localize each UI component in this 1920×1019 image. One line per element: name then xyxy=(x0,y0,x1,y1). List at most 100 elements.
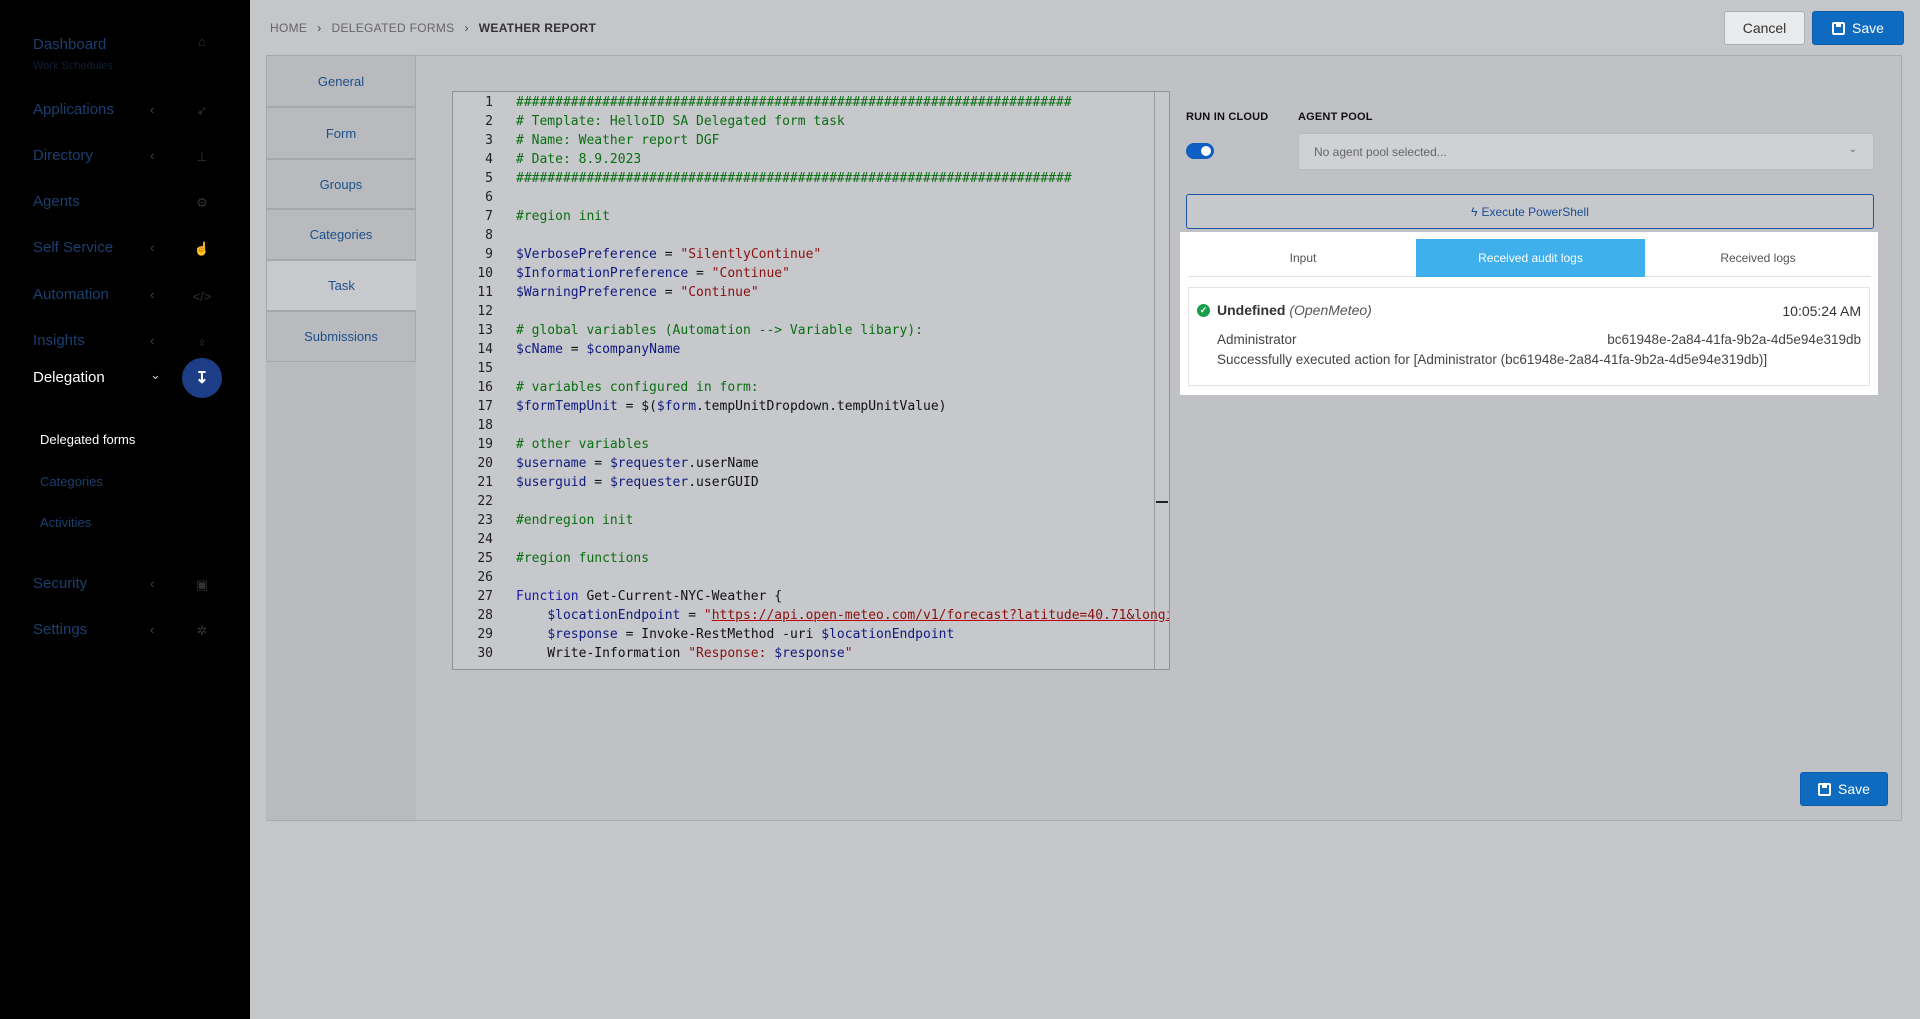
line-number: 9 xyxy=(485,247,493,262)
sidebar-item-label: Settings xyxy=(33,621,88,638)
sidebar-item-self-service[interactable]: Self Service ‹ ☝ xyxy=(0,229,250,269)
run-in-cloud-toggle[interactable] xyxy=(1186,143,1214,159)
code-text: # Name: Weather report DGF xyxy=(516,133,720,148)
code-line: 22 xyxy=(453,492,1169,511)
tab-categories[interactable]: Categories xyxy=(266,209,416,260)
line-number: 25 xyxy=(477,551,493,566)
code-line: 5 #######################################… xyxy=(453,169,1169,188)
code-line: 21 $userguid = $requester.userGUID xyxy=(453,473,1169,492)
code-line: 19 # other variables xyxy=(453,435,1169,454)
tab-received-logs[interactable]: Received logs xyxy=(1645,239,1871,277)
sidebar-item-label: Security xyxy=(33,575,88,592)
breadcrumb-current: WEATHER REPORT xyxy=(478,21,597,35)
code-text: # global variables (Automation --> Varia… xyxy=(516,323,923,338)
code-line: 30 Write-Information "Response: $respons… xyxy=(453,644,1169,663)
code-line: 24 xyxy=(453,530,1169,549)
code-text: $locationEndpoint = "https://api.open-me… xyxy=(547,608,1170,623)
code-line: 8 xyxy=(453,226,1169,245)
code-text: $VerbosePreference = "SilentlyContinue" xyxy=(516,247,822,262)
sidebar-item-label: Directory xyxy=(33,147,94,164)
line-number: 23 xyxy=(477,513,493,528)
line-number: 2 xyxy=(485,114,493,129)
line-number: 10 xyxy=(477,266,493,281)
agent-pool-select[interactable]: No agent pool selected... ⌄ xyxy=(1298,133,1874,170)
sidebar-item-label: Automation xyxy=(33,286,109,303)
sidebar: Dashboard ⌂ Work Schedules Applications … xyxy=(0,0,250,1019)
sidebar-item-label: Insights xyxy=(33,332,85,349)
line-number: 5 xyxy=(485,171,493,186)
line-number: 26 xyxy=(477,570,493,585)
audit-log-entry: ✓ Undefined (OpenMeteo) 10:05:24 AM Admi… xyxy=(1188,287,1870,386)
sidebar-item-delegation[interactable]: Delegation ⌄ ↧ xyxy=(0,358,250,398)
tab-submissions[interactable]: Submissions xyxy=(266,311,416,362)
line-number: 3 xyxy=(485,133,493,148)
lock-icon: ▣ xyxy=(195,577,209,592)
save-icon xyxy=(1832,21,1846,35)
dashboard-subtitle: Work Schedules xyxy=(33,60,113,72)
code-line: 26 xyxy=(453,568,1169,587)
line-number: 1 xyxy=(485,95,493,110)
save-button-label: Save xyxy=(1838,781,1870,797)
code-text: #region init xyxy=(516,209,610,224)
chevron-left-icon: ‹ xyxy=(150,576,155,591)
chevron-right-icon: › xyxy=(317,21,322,35)
code-line: 3 # Name: Weather report DGF xyxy=(453,131,1169,150)
code-text: $cName = $companyName xyxy=(516,342,681,357)
code-line: 15 xyxy=(453,359,1169,378)
line-number: 18 xyxy=(477,418,493,433)
line-number: 17 xyxy=(477,399,493,414)
code-editor[interactable]: 1 #######################################… xyxy=(452,91,1170,670)
line-number: 7 xyxy=(485,209,493,224)
code-text: $WarningPreference = "Continue" xyxy=(516,285,759,300)
code-text: # Template: HelloID SA Delegated form ta… xyxy=(516,114,845,129)
sidebar-item-settings[interactable]: Settings ‹ ✲ xyxy=(0,611,250,651)
cancel-button[interactable]: Cancel xyxy=(1724,11,1805,45)
line-number: 21 xyxy=(477,475,493,490)
save-button[interactable]: Save xyxy=(1812,11,1904,45)
line-number: 12 xyxy=(477,304,493,319)
gear-icon: ✲ xyxy=(196,623,208,638)
sidebar-subitem-delegated-forms[interactable]: Delegated forms xyxy=(40,432,135,447)
execute-powershell-button[interactable]: ϟ Execute PowerShell xyxy=(1186,194,1874,229)
tab-input[interactable]: Input xyxy=(1188,239,1418,277)
code-icon: </> xyxy=(192,288,212,304)
tab-groups[interactable]: Groups xyxy=(266,159,416,209)
code-line: 23 #endregion init xyxy=(453,511,1169,530)
line-number: 22 xyxy=(477,494,493,509)
chevron-right-icon: › xyxy=(464,21,469,35)
save-button-bottom[interactable]: Save xyxy=(1800,772,1888,806)
code-text: Write-Information "Response: $response" xyxy=(516,646,853,661)
code-text: $formTempUnit = $($form.tempUnitDropdown… xyxy=(516,399,947,414)
sidebar-subitem-activities[interactable]: Activities xyxy=(40,515,91,530)
line-number: 4 xyxy=(485,152,493,167)
tab-general[interactable]: General xyxy=(266,55,416,107)
line-number: 11 xyxy=(477,285,493,300)
sidebar-item-directory[interactable]: Directory ‹ ⊥ xyxy=(0,137,250,177)
line-number: 6 xyxy=(485,190,493,205)
save-icon xyxy=(1818,782,1832,796)
breadcrumb-delegated-forms[interactable]: DELEGATED FORMS xyxy=(332,21,455,35)
tab-form[interactable]: Form xyxy=(266,107,416,159)
code-line: 27 Function Get-Current-NYC-Weather { xyxy=(453,587,1169,606)
sidebar-item-insights[interactable]: Insights ‹ ♀ xyxy=(0,322,250,362)
bolt-icon: ϟ xyxy=(1471,204,1478,219)
code-line: 7 #region init xyxy=(453,207,1169,226)
sidebar-item-automation[interactable]: Automation ‹ </> xyxy=(0,276,250,316)
tab-task[interactable]: Task xyxy=(266,260,416,311)
tab-received-audit-logs[interactable]: Received audit logs xyxy=(1416,239,1645,277)
sidebar-item-agents[interactable]: Agents ⚙ xyxy=(0,183,250,223)
code-line: 25 #region functions xyxy=(453,549,1169,568)
code-line: 28 $locationEndpoint = "https://api.open… xyxy=(453,606,1170,625)
code-line: 18 xyxy=(453,416,1169,435)
code-text: # other variables xyxy=(516,437,650,452)
save-button-label: Save xyxy=(1852,20,1884,36)
sidebar-item-label: Dashboard xyxy=(33,36,107,53)
code-line: 6 xyxy=(453,188,1169,207)
breadcrumb-home[interactable]: HOME xyxy=(270,21,307,35)
hand-pointer-icon: ☝ xyxy=(193,241,211,256)
sidebar-item-security[interactable]: Security ‹ ▣ xyxy=(0,565,250,605)
code-text: $response = Invoke-RestMethod -uri $loca… xyxy=(547,627,955,642)
sidebar-subitem-categories[interactable]: Categories xyxy=(40,474,103,489)
sidebar-item-applications[interactable]: Applications ‹ ➶ xyxy=(0,91,250,131)
line-number: 20 xyxy=(477,456,493,471)
